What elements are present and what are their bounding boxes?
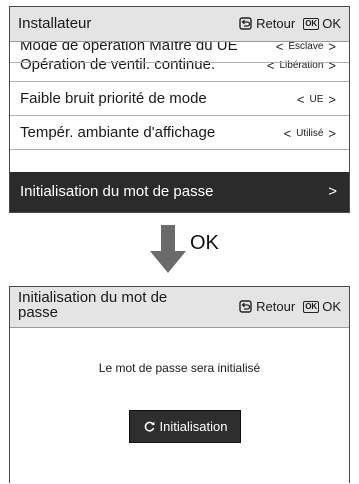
page-title-line2: passe bbox=[18, 304, 59, 321]
page-title: Initialisation du mot de passe bbox=[18, 290, 208, 320]
back-icon bbox=[239, 300, 252, 313]
confirmation-message: Le mot de passe sera initialisé bbox=[98, 361, 261, 375]
back-label: Retour bbox=[256, 299, 296, 314]
ok-button[interactable]: OK OK bbox=[303, 16, 341, 31]
menu-row-value-text: UE bbox=[309, 94, 324, 105]
chevron-right-icon[interactable]: > bbox=[328, 126, 336, 141]
password-init-screen: Initialisation du mot de passe Retour OK… bbox=[9, 286, 350, 483]
initialize-button-label: Initialisation bbox=[159, 419, 228, 434]
menu-row-label: Faible bruit priorité de mode bbox=[20, 90, 207, 107]
ok-icon: OK bbox=[303, 17, 320, 30]
menu-row-label: Initialisation du mot de passe bbox=[20, 183, 214, 200]
menu-row-room-temp-display[interactable]: Tempér. ambiante d'affichage < Utilisé > bbox=[10, 116, 349, 150]
menu-row-value-text: Utilisé bbox=[296, 128, 324, 139]
back-icon bbox=[239, 17, 252, 30]
page-title: Installateur bbox=[18, 15, 92, 32]
ok-icon: OK bbox=[303, 300, 320, 313]
ok-label: OK bbox=[322, 16, 341, 31]
header-bar: Installateur Retour OK OK bbox=[10, 7, 349, 42]
menu-row-label: Tempér. ambiante d'affichage bbox=[20, 124, 216, 141]
ok-button[interactable]: OK OK bbox=[303, 299, 341, 314]
page-title-line1: Initialisation du mot de bbox=[18, 289, 168, 306]
menu-row-low-noise[interactable]: Faible bruit priorité de mode < UE > bbox=[10, 82, 349, 116]
ok-label: OK bbox=[322, 299, 341, 314]
back-label: Retour bbox=[256, 16, 296, 31]
chevron-right-icon[interactable]: > bbox=[328, 92, 336, 107]
transition-label: OK bbox=[190, 232, 219, 254]
menu-row-password-init[interactable]: Initialisation du mot de passe > bbox=[10, 172, 349, 212]
back-button[interactable]: Retour bbox=[239, 16, 295, 31]
header-buttons: Retour OK OK bbox=[239, 299, 341, 314]
menu-row-value-text: Esclave bbox=[288, 41, 324, 52]
back-button[interactable]: Retour bbox=[239, 299, 295, 314]
menu-row-value[interactable]: < UE > bbox=[292, 92, 341, 107]
chevron-left-icon[interactable]: < bbox=[297, 92, 305, 107]
header-bar: Initialisation du mot de passe Retour OK… bbox=[10, 287, 349, 328]
header-buttons: Retour OK OK bbox=[239, 16, 341, 31]
installer-menu-screen: Installateur Retour OK OK Mode de opérat… bbox=[9, 6, 350, 213]
down-arrow-icon bbox=[148, 225, 188, 275]
menu-row-value[interactable]: < Utilisé > bbox=[279, 126, 341, 141]
initialize-button[interactable]: Initialisation bbox=[129, 410, 241, 443]
chevron-left-icon[interactable]: < bbox=[284, 126, 292, 141]
refresh-icon bbox=[143, 420, 156, 433]
chevron-right-icon: > bbox=[328, 183, 337, 200]
